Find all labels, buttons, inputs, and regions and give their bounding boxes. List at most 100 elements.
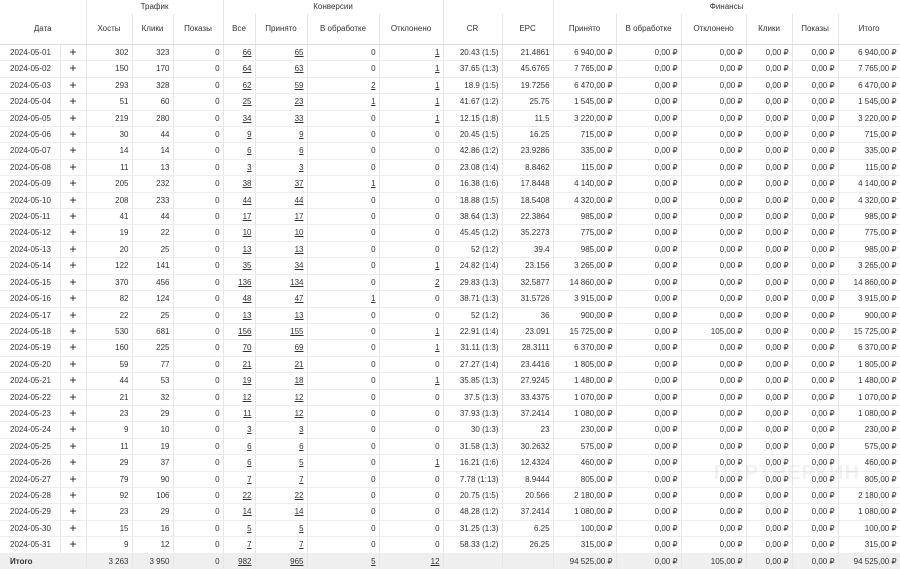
link-conv-accepted[interactable]: 33 bbox=[295, 114, 304, 123]
link-conv-accepted[interactable]: 7 bbox=[299, 475, 303, 484]
link-conv-all[interactable]: 66 bbox=[243, 48, 252, 57]
expand-row-icon[interactable]: + bbox=[60, 454, 87, 472]
link-conv-all[interactable]: 156 bbox=[238, 327, 251, 336]
link-conv-all[interactable]: 7 bbox=[247, 475, 251, 484]
link-conv-accepted[interactable]: 18 bbox=[295, 376, 304, 385]
link-conv-all[interactable]: 17 bbox=[243, 212, 252, 221]
link-conv-accepted[interactable]: 9 bbox=[299, 130, 303, 139]
link-conv-rejected[interactable]: 1 bbox=[435, 114, 439, 123]
link-conv-accepted[interactable]: 63 bbox=[295, 64, 304, 73]
link-conv-all[interactable]: 48 bbox=[243, 294, 252, 303]
expand-row-icon[interactable]: + bbox=[60, 110, 87, 128]
link-conv-rejected[interactable]: 1 bbox=[435, 97, 439, 106]
link-conv-all[interactable]: 3 bbox=[247, 425, 251, 434]
expand-row-icon[interactable]: + bbox=[60, 175, 87, 193]
column-header-impressions[interactable]: Показы bbox=[173, 14, 224, 45]
column-header-epc[interactable]: EPC bbox=[502, 14, 554, 45]
link-conv-accepted[interactable]: 12 bbox=[295, 393, 304, 402]
link-conv-pending[interactable]: 1 bbox=[371, 179, 375, 188]
column-header-fin-accepted[interactable]: Принято bbox=[553, 14, 617, 45]
expand-row-icon[interactable]: + bbox=[60, 339, 87, 357]
column-header-fin-total[interactable]: Итого bbox=[838, 14, 900, 45]
expand-row-icon[interactable]: + bbox=[60, 290, 87, 308]
expand-row-icon[interactable]: + bbox=[60, 356, 87, 374]
link-conv-rejected[interactable]: 1 bbox=[435, 64, 439, 73]
expand-row-icon[interactable]: + bbox=[60, 438, 87, 456]
link-conv-all[interactable]: 12 bbox=[243, 393, 252, 402]
total-link-conv-accepted[interactable]: 965 bbox=[290, 557, 303, 566]
link-conv-accepted[interactable]: 3 bbox=[299, 163, 303, 172]
link-conv-rejected[interactable]: 1 bbox=[435, 81, 439, 90]
link-conv-accepted[interactable]: 155 bbox=[290, 327, 303, 336]
link-conv-accepted[interactable]: 13 bbox=[295, 245, 304, 254]
link-conv-rejected[interactable]: 1 bbox=[435, 376, 439, 385]
link-conv-rejected[interactable]: 1 bbox=[435, 458, 439, 467]
link-conv-all[interactable]: 70 bbox=[243, 343, 252, 352]
expand-row-icon[interactable]: + bbox=[60, 536, 87, 554]
expand-row-icon[interactable]: + bbox=[60, 307, 87, 324]
total-link-conv-all[interactable]: 982 bbox=[238, 557, 251, 566]
link-conv-accepted[interactable]: 17 bbox=[295, 212, 304, 221]
link-conv-accepted[interactable]: 14 bbox=[295, 507, 304, 516]
expand-row-icon[interactable]: + bbox=[60, 257, 87, 275]
total-link-conv-rejected[interactable]: 12 bbox=[431, 557, 440, 566]
expand-row-icon[interactable]: + bbox=[60, 126, 87, 144]
expand-row-icon[interactable]: + bbox=[60, 471, 87, 488]
expand-row-icon[interactable]: + bbox=[60, 142, 87, 160]
expand-row-icon[interactable]: + bbox=[60, 93, 87, 111]
link-conv-pending[interactable]: 1 bbox=[371, 97, 375, 106]
link-conv-all[interactable]: 13 bbox=[243, 311, 252, 320]
column-header-fin-pending[interactable]: В обработке bbox=[616, 14, 682, 45]
expand-row-icon[interactable]: + bbox=[60, 60, 87, 78]
column-header-conv-all[interactable]: Все bbox=[223, 14, 256, 45]
link-conv-all[interactable]: 19 bbox=[243, 376, 252, 385]
link-conv-accepted[interactable]: 3 bbox=[299, 425, 303, 434]
link-conv-rejected[interactable]: 1 bbox=[435, 327, 439, 336]
expand-row-icon[interactable]: + bbox=[60, 192, 87, 210]
link-conv-all[interactable]: 6 bbox=[247, 146, 251, 155]
link-conv-rejected[interactable]: 2 bbox=[435, 278, 439, 287]
link-conv-accepted[interactable]: 37 bbox=[295, 179, 304, 188]
expand-row-icon[interactable]: + bbox=[60, 241, 87, 259]
link-conv-accepted[interactable]: 5 bbox=[299, 458, 303, 467]
link-conv-all[interactable]: 6 bbox=[247, 442, 251, 451]
column-header-conv-accepted[interactable]: Принято bbox=[255, 14, 308, 45]
link-conv-accepted[interactable]: 10 bbox=[295, 228, 304, 237]
link-conv-rejected[interactable]: 1 bbox=[435, 48, 439, 57]
link-conv-all[interactable]: 62 bbox=[243, 81, 252, 90]
link-conv-all[interactable]: 9 bbox=[247, 130, 251, 139]
column-header-fin-impressions[interactable]: Показы bbox=[792, 14, 839, 45]
link-conv-accepted[interactable]: 47 bbox=[295, 294, 304, 303]
link-conv-pending[interactable]: 2 bbox=[371, 81, 375, 90]
link-conv-all[interactable]: 21 bbox=[243, 360, 252, 369]
total-link-conv-pending[interactable]: 5 bbox=[371, 557, 375, 566]
link-conv-accepted[interactable]: 12 bbox=[295, 409, 304, 418]
expand-row-icon[interactable]: + bbox=[60, 159, 87, 177]
column-header-date[interactable]: Дата bbox=[0, 14, 87, 45]
link-conv-accepted[interactable]: 65 bbox=[295, 48, 304, 57]
link-conv-pending[interactable]: 1 bbox=[371, 294, 375, 303]
expand-row-icon[interactable]: + bbox=[60, 389, 87, 406]
column-header-conv-pending[interactable]: В обработке bbox=[307, 14, 380, 45]
link-conv-all[interactable]: 14 bbox=[243, 507, 252, 516]
link-conv-all[interactable]: 64 bbox=[243, 64, 252, 73]
link-conv-all[interactable]: 13 bbox=[243, 245, 252, 254]
expand-row-icon[interactable]: + bbox=[60, 421, 87, 439]
column-header-fin-rejected[interactable]: Отклонено bbox=[681, 14, 747, 45]
expand-row-icon[interactable]: + bbox=[60, 77, 87, 95]
link-conv-all[interactable]: 38 bbox=[243, 179, 252, 188]
link-conv-accepted[interactable]: 22 bbox=[295, 491, 304, 500]
column-header-cr[interactable]: CR bbox=[443, 14, 503, 45]
link-conv-accepted[interactable]: 44 bbox=[295, 196, 304, 205]
link-conv-accepted[interactable]: 69 bbox=[295, 343, 304, 352]
link-conv-accepted[interactable]: 6 bbox=[299, 146, 303, 155]
link-conv-accepted[interactable]: 13 bbox=[295, 311, 304, 320]
link-conv-all[interactable]: 44 bbox=[243, 196, 252, 205]
expand-row-icon[interactable]: + bbox=[60, 44, 87, 62]
link-conv-all[interactable]: 34 bbox=[243, 114, 252, 123]
expand-row-icon[interactable]: + bbox=[60, 274, 87, 292]
link-conv-rejected[interactable]: 1 bbox=[435, 261, 439, 270]
link-conv-rejected[interactable]: 1 bbox=[435, 343, 439, 352]
link-conv-accepted[interactable]: 23 bbox=[295, 97, 304, 106]
link-conv-all[interactable]: 3 bbox=[247, 163, 251, 172]
